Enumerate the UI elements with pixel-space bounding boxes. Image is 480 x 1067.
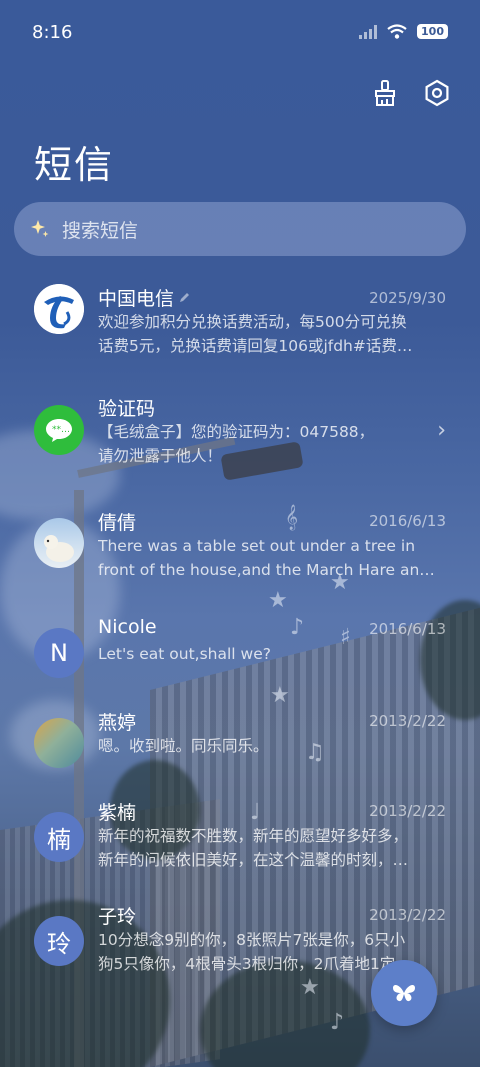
conversation-date: 2013/2/22 (369, 906, 446, 924)
conversation-item[interactable]: 燕婷 2013/2/22 嗯。收到啦。同乐同乐。 (0, 704, 480, 788)
conversation-name: 验证码 (98, 398, 156, 420)
signal-icon (359, 24, 378, 39)
wifi-icon (387, 24, 407, 39)
conversation-item[interactable]: 倩倩 2016/6/13 There was a table set out u… (0, 488, 480, 596)
conversation-name: 中国电信 (98, 288, 175, 310)
conversation-date: 2016/6/13 (369, 512, 446, 530)
sparkle-icon (31, 220, 49, 237)
polar-bear-photo (34, 518, 84, 568)
conversation-name: Nicole (98, 616, 157, 638)
compose-fab-button[interactable] (371, 960, 437, 1026)
conversation-date: 2013/2/22 (369, 712, 446, 730)
conversation-preview: 嗯。收到啦。同乐同乐。 (98, 737, 269, 755)
search-placeholder: 搜索短信 (62, 219, 139, 242)
conversation-date: 2013/2/22 (369, 802, 446, 820)
landscape-photo (34, 718, 84, 768)
conversation-name: 燕婷 (98, 712, 137, 734)
avatar: 玲 (34, 916, 84, 966)
conversation-item[interactable]: N Nicole 2016/6/13 Let's eat out,shall w… (0, 596, 480, 704)
conversation-name: 倩倩 (98, 512, 137, 534)
conversation-preview: 【毛绒盒子】您的验证码为：047588， 请勿泄露于他人！ (98, 423, 375, 465)
battery-indicator: 100 (417, 24, 448, 39)
conversation-date: 2025/9/30 (369, 289, 446, 307)
conversation-item[interactable]: 楠 紫楠 2013/2/22 新年的祝福数不胜数，新年的愿望好多好多， 新年的问… (0, 788, 480, 896)
search-bar[interactable]: 搜索短信 (14, 202, 466, 256)
settings-hex-icon[interactable] (422, 78, 452, 108)
header-actions (370, 78, 452, 108)
avatar: 楠 (34, 812, 84, 862)
conversation-list: 中国电信 2025/9/30 欢迎参加积分兑换话费活动，每500分可兑换 话费5… (0, 272, 480, 1004)
butterfly-icon (393, 985, 415, 1002)
svg-text:**…: **… (52, 425, 70, 435)
conversation-name: 紫楠 (98, 802, 137, 824)
china-telecom-logo-icon (34, 284, 84, 334)
pencil-icon (180, 292, 190, 302)
broom-icon[interactable] (370, 78, 400, 108)
status-time: 8:16 (32, 22, 73, 43)
conversation-item[interactable]: **… 验证码 › 【毛绒盒子】您的验证码为：047588， 请勿泄露于他人！ (0, 380, 480, 488)
message-bubble-icon: **… (34, 405, 84, 455)
conversation-preview: Let's eat out,shall we? (98, 645, 271, 663)
avatar: N (34, 628, 84, 678)
conversation-preview: 欢迎参加积分兑换话费活动，每500分可兑换 话费5元，兑换话费请回复106或jf… (98, 313, 413, 355)
page-title: 短信 (34, 143, 115, 187)
status-icons: 100 (359, 24, 448, 39)
conversation-preview: 新年的祝福数不胜数，新年的愿望好多好多， 新年的问候依旧美好，在这个温馨的时刻，… (98, 827, 409, 869)
status-bar: 8:16 100 (0, 0, 480, 66)
conversation-preview: There was a table set out under a tree i… (98, 537, 435, 579)
conversation-name: 子玲 (98, 906, 137, 928)
conversation-date: 2016/6/13 (369, 620, 446, 638)
conversation-item[interactable]: 中国电信 2025/9/30 欢迎参加积分兑换话费活动，每500分可兑换 话费5… (0, 272, 480, 380)
